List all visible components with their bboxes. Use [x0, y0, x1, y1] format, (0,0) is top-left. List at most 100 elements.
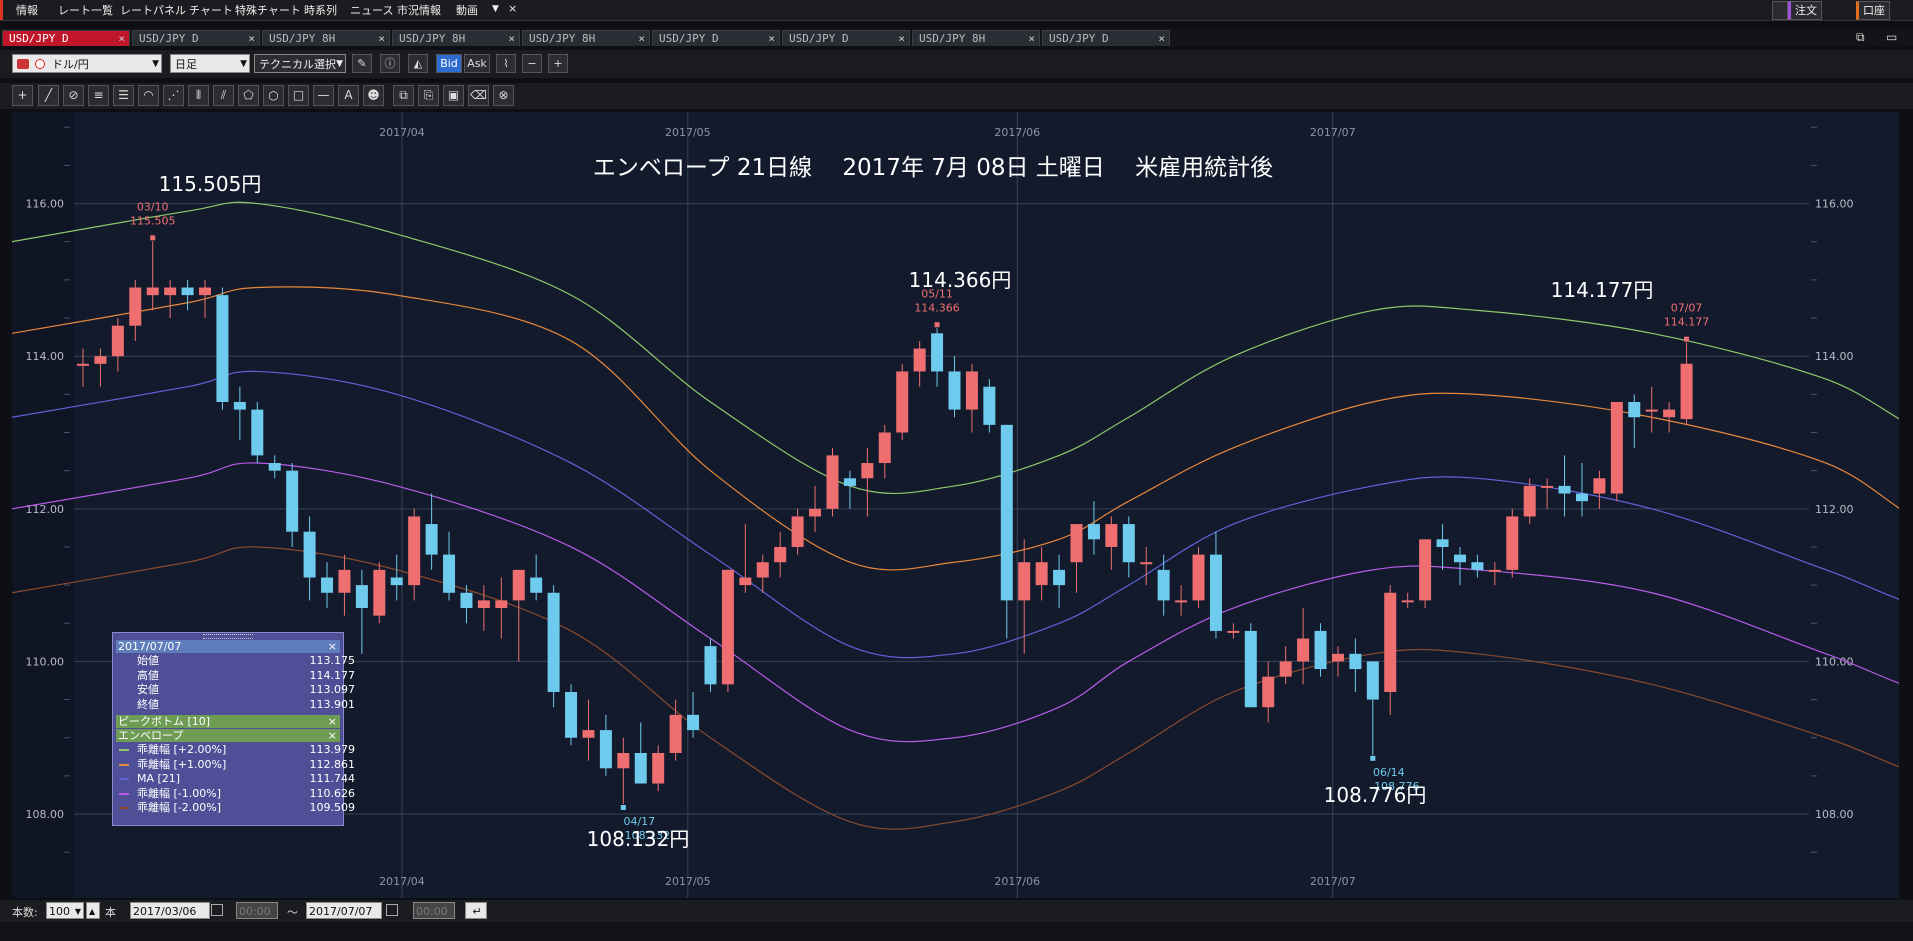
account-button[interactable]: 口座 — [1856, 1, 1890, 20]
paste-icon[interactable]: ⎘ — [418, 85, 439, 106]
envelope-row: MA [21] 111.744 — [119, 772, 355, 786]
tab-close-icon[interactable]: × — [1158, 31, 1165, 47]
ruler-icon[interactable]: ⊘ — [63, 85, 84, 106]
text-icon[interactable]: A — [338, 85, 359, 106]
candle-body — [111, 325, 124, 357]
tab-9[interactable]: USD/JPY D × — [1042, 30, 1170, 46]
horizontal-lines-icon[interactable]: ≡ — [88, 85, 109, 106]
menu-item-info[interactable]: 情報 — [16, 2, 38, 18]
menu-more-icon[interactable]: ▼ — [492, 4, 499, 14]
area-chart-icon[interactable]: ◭ — [408, 54, 428, 73]
pair-select[interactable]: ドル/円 ▼ — [12, 54, 162, 73]
eraser-icon[interactable]: ⌫ — [468, 85, 489, 106]
candle-body — [1175, 600, 1188, 603]
restore-window-icon[interactable]: ⧉ — [1856, 30, 1865, 45]
zoom-out-icon[interactable]: − — [522, 54, 542, 73]
zoom-in-icon[interactable]: + — [548, 54, 568, 73]
candle-body — [652, 753, 665, 784]
fibonacci-icon[interactable]: ☰ — [113, 85, 134, 106]
menu-item-market[interactable]: 市況情報 — [397, 2, 441, 18]
info-icon[interactable]: ⓘ — [380, 54, 400, 73]
peak-value-label: 114.366 — [914, 301, 960, 314]
x-tick-label-top: 2017/06 — [994, 126, 1040, 139]
legend-line — [119, 792, 129, 795]
to-time-input[interactable]: 00:00 — [413, 902, 455, 919]
menu-item-rate-panel[interactable]: レートパネル — [120, 2, 186, 18]
tab-6[interactable]: USD/JPY D × — [652, 30, 780, 46]
line-icon[interactable]: — — [313, 85, 334, 106]
candle-body — [669, 714, 682, 754]
drawing-toolbar — [0, 83, 1913, 109]
pen-icon[interactable]: ✎ — [352, 54, 372, 73]
trendline-icon[interactable]: ╱ — [38, 85, 59, 106]
to-date-input[interactable]: 2017/07/07 — [306, 902, 382, 919]
menu-item-special-chart[interactable]: 特殊チャート — [235, 2, 301, 18]
ohlc-info-panel[interactable]: 2017/07/07 × 始値 113.175 高値 114.177 安値 113.097… — [112, 632, 355, 826]
ohlc-value: 113.175 — [309, 654, 356, 667]
y-tick-label-left: 108.00 — [26, 808, 65, 821]
menu-item-rate-list[interactable]: レート一覧 — [58, 2, 113, 18]
drag-handle[interactable] — [203, 634, 253, 639]
copy-icon[interactable]: ⧉ — [393, 85, 414, 106]
tab-close-icon[interactable]: × — [768, 31, 775, 47]
technical-select[interactable]: テクニカル選択 ▼ — [254, 54, 346, 73]
bid-button[interactable]: Bid — [436, 54, 462, 73]
crosshair-icon[interactable]: + — [12, 85, 33, 106]
menu-close-icon[interactable]: × — [508, 2, 517, 15]
candle-body — [338, 569, 351, 593]
period-select[interactable]: 日足 ▼ — [170, 54, 250, 73]
count-input[interactable]: 100 ▼ — [46, 902, 84, 919]
tab-4[interactable]: USD/JPY 8H × — [392, 30, 520, 46]
tab-8[interactable]: USD/JPY 8H × — [912, 30, 1040, 46]
from-time-input[interactable]: 00:00 — [236, 902, 278, 919]
tab-7[interactable]: USD/JPY D × — [782, 30, 910, 46]
tab-close-icon[interactable]: × — [1028, 31, 1035, 47]
calendar-icon[interactable] — [386, 904, 398, 916]
tab-close-icon[interactable]: × — [248, 31, 255, 47]
circle-icon[interactable]: ○ — [263, 85, 284, 106]
tab-close-icon[interactable]: × — [378, 31, 385, 47]
order-button[interactable]: 注文 — [1788, 1, 1822, 20]
menu-item-chart[interactable]: チャート — [189, 2, 233, 18]
calendar-icon[interactable] — [211, 904, 223, 916]
rectangle-icon[interactable]: □ — [288, 85, 309, 106]
tab-close-icon[interactable]: × — [508, 31, 515, 47]
close-icon[interactable]: × — [328, 715, 337, 728]
y-tick-label-left: 116.00 — [26, 198, 65, 211]
candle-body — [321, 577, 334, 593]
tab-1[interactable]: USD/JPY D × — [2, 30, 130, 46]
tab-3[interactable]: USD/JPY 8H × — [262, 30, 390, 46]
chevron-down-icon: ▼ — [240, 59, 247, 69]
close-icon[interactable]: × — [328, 729, 337, 742]
candle-body — [913, 348, 926, 372]
mid-chart-icon[interactable]: ⌇ — [496, 54, 516, 73]
tab-5[interactable]: USD/JPY 8H × — [522, 30, 650, 46]
ohlc-value: 114.177 — [309, 668, 356, 682]
tab-close-icon[interactable]: × — [638, 31, 645, 47]
arc-icon[interactable]: ◠ — [138, 85, 159, 106]
period-label: 日足 — [175, 58, 197, 71]
menu-item-timeseries[interactable]: 時系列 — [304, 2, 337, 18]
pentagon-icon[interactable]: ⬠ — [238, 85, 259, 106]
pitchfork-icon[interactable]: ⫽ — [213, 85, 234, 106]
fan-icon[interactable]: ⋰ — [163, 85, 184, 106]
stamp-icon[interactable]: ☻ — [363, 85, 384, 106]
candle-body — [721, 569, 734, 685]
vertical-lines-icon[interactable]: ⦀ — [188, 85, 209, 106]
refresh-icon[interactable]: ↵ — [465, 902, 487, 919]
duplicate-icon[interactable]: ▣ — [443, 85, 464, 106]
tab-close-icon[interactable]: × — [118, 31, 125, 47]
tab-close-icon[interactable]: × — [898, 31, 905, 47]
menu-item-news[interactable]: ニュース — [350, 2, 393, 18]
menu-item-video[interactable]: 動画 — [456, 2, 478, 18]
envelope-label: エンベロープ — [118, 729, 184, 742]
erase-all-icon[interactable]: ⊗ — [493, 85, 514, 106]
from-date-input[interactable]: 2017/03/06 — [130, 902, 210, 919]
spin-up-icon[interactable]: ▲ — [86, 902, 100, 919]
close-icon[interactable]: × — [328, 640, 337, 653]
grid-icon[interactable] — [1772, 1, 1788, 20]
ask-button[interactable]: Ask — [464, 54, 490, 73]
tab-2[interactable]: USD/JPY D × — [132, 30, 260, 46]
candle-body — [565, 691, 578, 738]
close-window-icon[interactable]: ▭ — [1886, 30, 1897, 44]
